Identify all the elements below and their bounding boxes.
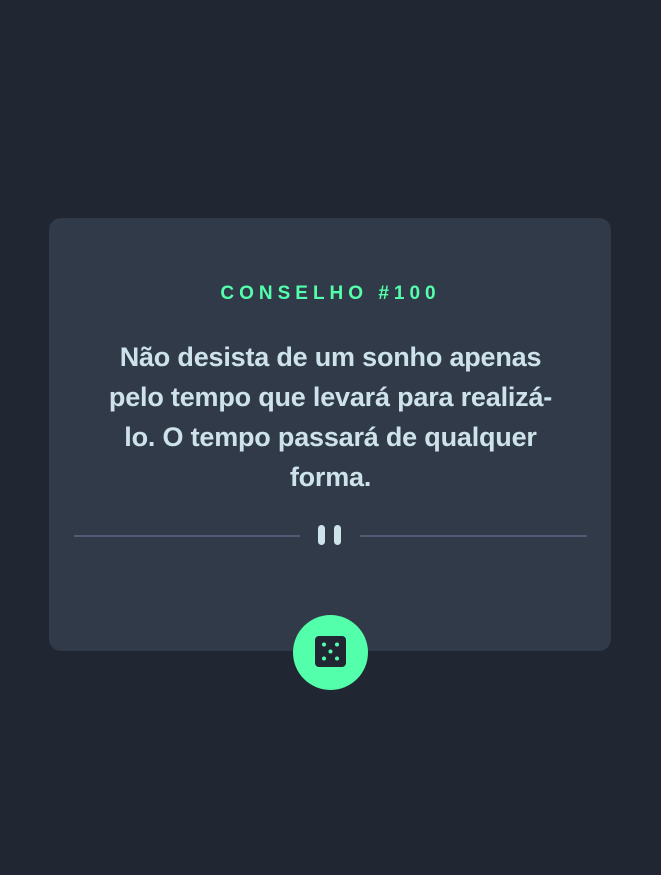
pause-bar-right [334,525,341,545]
divider-line-right [360,535,587,537]
pause-bar-left [318,525,325,545]
advice-text: Não desista de um sonho apenas pelo temp… [108,342,553,492]
dice-icon [315,636,346,667]
dice-button[interactable] [293,615,368,690]
advice-id: CONSELHO #100 [220,283,441,304]
pattern-divider [74,522,587,550]
divider-line-left [74,535,300,537]
pause-icon [317,525,343,545]
